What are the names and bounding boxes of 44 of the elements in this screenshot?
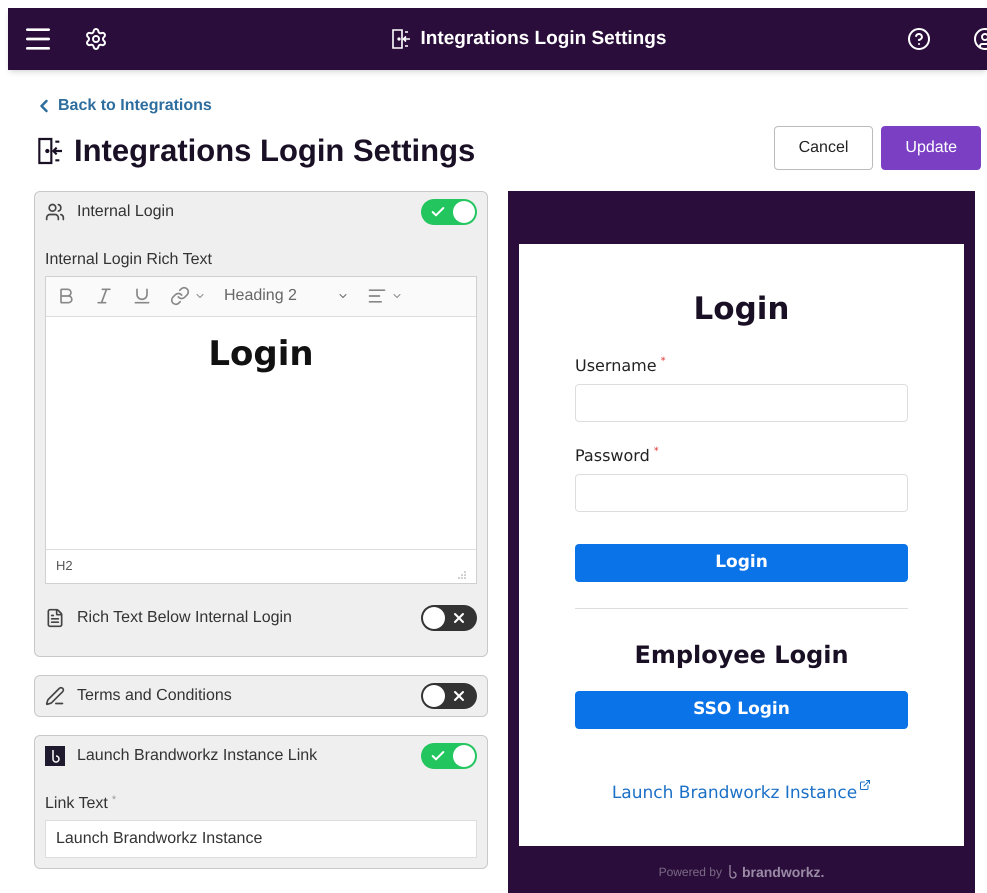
brand-name: brandworkz. [742, 862, 824, 882]
top-bar-title: Integrations Login Settings [420, 26, 666, 51]
settings-icon[interactable] [84, 27, 108, 51]
section-title: Rich Text Below Internal Login [77, 608, 293, 628]
resize-handle-icon[interactable] [458, 570, 466, 578]
heading-select[interactable]: Heading 2 [224, 284, 349, 308]
powered-by-text: Powered by [658, 864, 722, 881]
page-title: Integrations Login Settings [74, 132, 476, 170]
element-path: H2 [56, 557, 73, 576]
link-text-field[interactable]: Launch Brandworkz Instance [45, 820, 477, 858]
users-icon [45, 202, 65, 222]
section-title: Terms and Conditions [77, 686, 233, 706]
sso-login-button[interactable]: SSO Login [575, 691, 908, 729]
back-link[interactable]: Back to Integrations [34, 94, 212, 118]
document-icon [45, 608, 65, 628]
required-mark: * [654, 445, 659, 459]
toggle-switch[interactable] [421, 604, 477, 630]
update-button[interactable]: Update [881, 126, 981, 170]
toggle-switch[interactable] [421, 682, 477, 708]
link-icon[interactable] [170, 286, 190, 306]
toggle-switch[interactable] [421, 198, 477, 224]
password-field[interactable] [575, 474, 908, 512]
toggle-switch[interactable] [421, 742, 477, 768]
login-button[interactable]: Login [575, 544, 908, 582]
external-link-icon [859, 779, 872, 791]
field-label: Password [575, 445, 650, 467]
rich-text-editor[interactable]: Heading 2 Login H2 [45, 276, 477, 584]
employee-login-heading: Employee Login [634, 640, 849, 671]
section-title: Launch Brandworkz Instance Link [77, 746, 318, 766]
brand-logo-icon [45, 746, 65, 766]
section-title: Internal Login [77, 202, 175, 222]
underline-icon[interactable] [132, 286, 152, 306]
required-mark: * [660, 355, 666, 369]
field-label: Username [575, 355, 657, 377]
username-field[interactable] [575, 384, 908, 422]
login-heading: Login [694, 290, 790, 328]
required-mark: * [112, 792, 116, 808]
field-label: Link Text [45, 794, 108, 814]
editor-heading: Login [208, 332, 314, 376]
launch-link[interactable]: Launch Brandworkz Instance [612, 781, 858, 806]
pen-icon [45, 686, 65, 706]
help-icon[interactable] [907, 27, 931, 51]
cancel-button[interactable]: Cancel [774, 126, 874, 170]
field-label: Internal Login Rich Text [45, 250, 213, 270]
